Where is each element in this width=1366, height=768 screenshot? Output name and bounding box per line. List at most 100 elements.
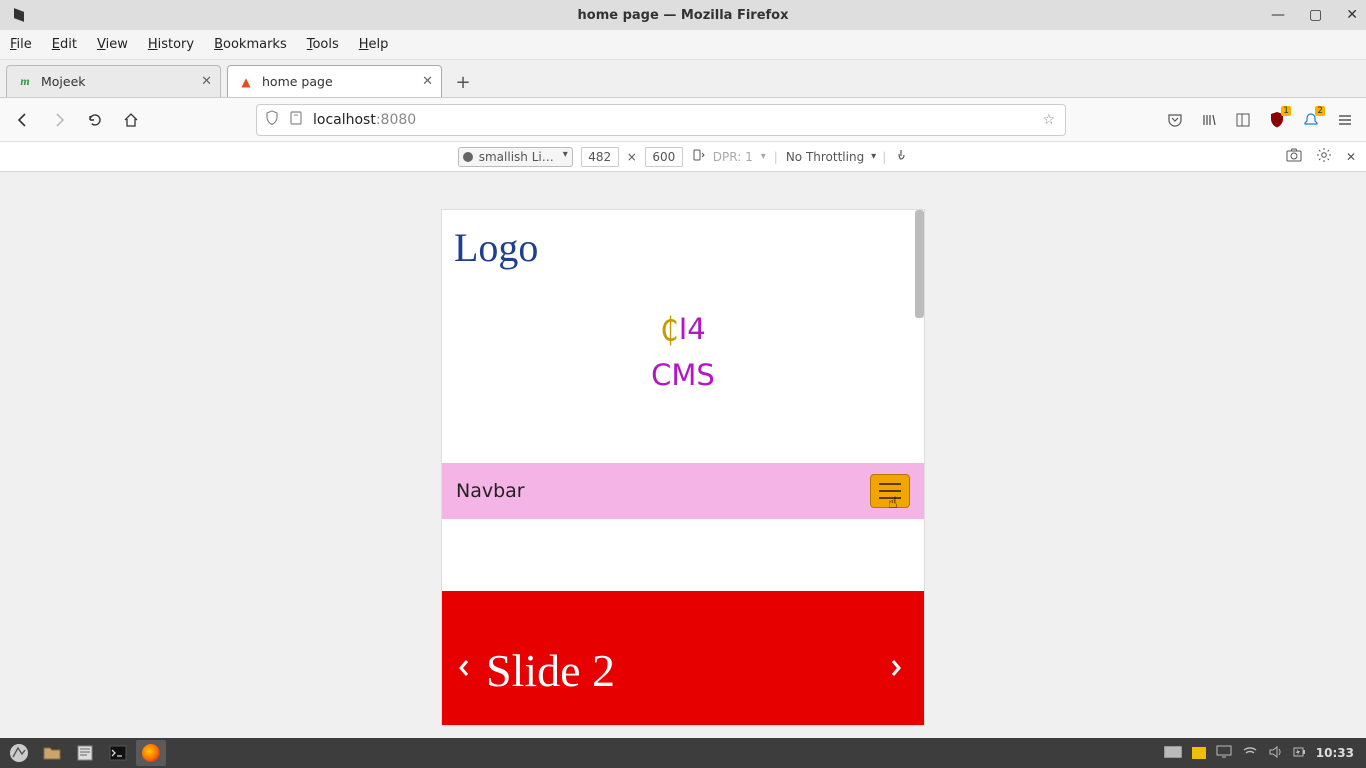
browser-toolbar: localhost:8080 ☆ 1 2 (0, 98, 1366, 142)
app-menu-button[interactable] (1336, 111, 1354, 129)
tray-monitor-icon[interactable] (1216, 745, 1232, 762)
home-icon (123, 112, 139, 128)
responsive-design-toolbar: smallish Li… 482 × 600 DPR: 1 ▾ | No Thr… (0, 142, 1366, 172)
responsive-stage: Logo I4 CMS Navbar Slide 2 (0, 172, 1366, 768)
menu-history[interactable]: History (148, 37, 194, 52)
page-scrollbar[interactable] (915, 210, 924, 318)
arrow-left-icon (15, 112, 31, 128)
tab-strip: m Mojeek ✕ ▲ home page ✕ + (0, 60, 1366, 98)
page-info-icon[interactable] (289, 110, 303, 130)
folder-icon (43, 745, 61, 761)
viewport-width-input[interactable]: 482 (581, 147, 619, 167)
menu-bookmarks[interactable]: Bookmarks (214, 37, 287, 52)
ublock-count-badge: 1 (1281, 106, 1291, 116)
content-gap (442, 519, 924, 591)
favicon-mojeek-icon: m (17, 74, 33, 90)
touch-icon (894, 148, 908, 162)
home-button[interactable] (120, 109, 142, 131)
hamburger-line-icon (879, 497, 901, 499)
file-manager-button[interactable] (37, 740, 67, 766)
tray-wifi-icon[interactable] (1242, 745, 1258, 762)
chevron-left-icon (456, 658, 472, 678)
tab-home-page[interactable]: ▲ home page ✕ (227, 65, 442, 97)
menu-tools[interactable]: Tools (307, 37, 339, 52)
tray-clock[interactable]: 10:33 (1316, 746, 1354, 760)
carousel-slide: Slide 2 (442, 591, 924, 725)
site-logo: Logo (442, 210, 924, 307)
sidebar-button[interactable] (1234, 111, 1252, 129)
tray-display-icon[interactable] (1192, 747, 1206, 759)
navbar-toggle-button[interactable] (870, 474, 910, 508)
dimension-separator: × (627, 150, 637, 164)
viewport-height-input[interactable]: 600 (645, 147, 683, 167)
start-menu-icon (9, 743, 29, 763)
navbar-brand-label: Navbar (456, 480, 525, 502)
dpr-chevron-icon: ▾ (761, 151, 766, 162)
notifications-button[interactable]: 2 (1302, 111, 1320, 129)
forward-button[interactable] (48, 109, 70, 131)
firefox-button[interactable] (136, 740, 166, 766)
tab-close-button[interactable]: ✕ (201, 74, 212, 89)
device-selector[interactable]: smallish Li… (458, 147, 573, 167)
brand-line-1: I4 (679, 312, 706, 346)
tray-battery-icon[interactable] (1292, 745, 1306, 762)
desktop-taskbar: 10:33 (0, 738, 1366, 768)
rotate-icon (691, 148, 705, 162)
ublock-button[interactable]: 1 (1268, 111, 1286, 129)
page-navbar: Navbar (442, 463, 924, 519)
chevron-right-icon (888, 658, 904, 678)
sidebar-icon (1235, 112, 1251, 128)
menu-view[interactable]: View (97, 37, 128, 52)
carousel-prev-button[interactable] (456, 658, 472, 684)
menu-edit[interactable]: Edit (52, 37, 77, 52)
tab-mojeek[interactable]: m Mojeek ✕ (6, 65, 221, 97)
terminal-icon (109, 745, 127, 761)
carousel-next-button[interactable] (888, 658, 904, 684)
rdm-settings-button[interactable] (1316, 147, 1332, 166)
library-button[interactable] (1200, 111, 1218, 129)
system-tray: 10:33 (1164, 745, 1362, 762)
menu-file[interactable]: File (10, 37, 32, 52)
window-title: home page — Mozilla Firefox (578, 8, 789, 23)
tray-volume-icon[interactable] (1268, 745, 1282, 762)
pocket-icon (1167, 112, 1183, 128)
hamburger-line-icon (879, 483, 901, 485)
window-close-button[interactable]: ✕ (1346, 7, 1358, 23)
rdm-close-button[interactable]: ✕ (1346, 150, 1356, 164)
tray-keyboard-icon[interactable] (1164, 746, 1182, 761)
browser-menubar: File Edit View History Bookmarks Tools H… (0, 30, 1366, 60)
shield-icon (265, 110, 279, 130)
tab-close-button[interactable]: ✕ (422, 74, 433, 89)
rotate-button[interactable] (691, 148, 705, 165)
terminal-button[interactable] (103, 740, 133, 766)
tab-label: home page (262, 74, 333, 89)
reload-button[interactable] (84, 109, 106, 131)
start-menu-button[interactable] (4, 740, 34, 766)
touch-simulation-button[interactable] (894, 148, 908, 165)
text-editor-button[interactable] (70, 740, 100, 766)
tab-label: Mojeek (41, 74, 86, 89)
arrow-right-icon (51, 112, 67, 128)
site-brand-heading: I4 CMS (442, 307, 924, 399)
window-minimize-button[interactable]: — (1271, 7, 1285, 23)
new-tab-button[interactable]: + (448, 67, 478, 97)
address-bar[interactable]: localhost:8080 ☆ (256, 104, 1066, 136)
throttling-selector[interactable]: No Throttling (786, 150, 874, 164)
screenshot-button[interactable] (1286, 148, 1302, 165)
gear-icon (1316, 147, 1332, 163)
bookmark-star-button[interactable]: ☆ (1042, 112, 1055, 128)
hamburger-icon (1337, 112, 1353, 128)
window-titlebar: home page — Mozilla Firefox — ▢ ✕ (0, 0, 1366, 30)
dpr-selector[interactable]: DPR: 1 (713, 150, 753, 164)
menu-help[interactable]: Help (359, 37, 389, 52)
simulated-viewport: Logo I4 CMS Navbar Slide 2 (442, 210, 924, 725)
back-button[interactable] (12, 109, 34, 131)
firefox-icon (142, 744, 160, 762)
reload-icon (87, 112, 103, 128)
notification-count-badge: 2 (1315, 106, 1325, 116)
window-app-icon (14, 8, 24, 22)
pocket-button[interactable] (1166, 111, 1184, 129)
url-port: :8080 (376, 112, 416, 128)
url-host: localhost (313, 112, 376, 128)
window-maximize-button[interactable]: ▢ (1309, 7, 1322, 23)
